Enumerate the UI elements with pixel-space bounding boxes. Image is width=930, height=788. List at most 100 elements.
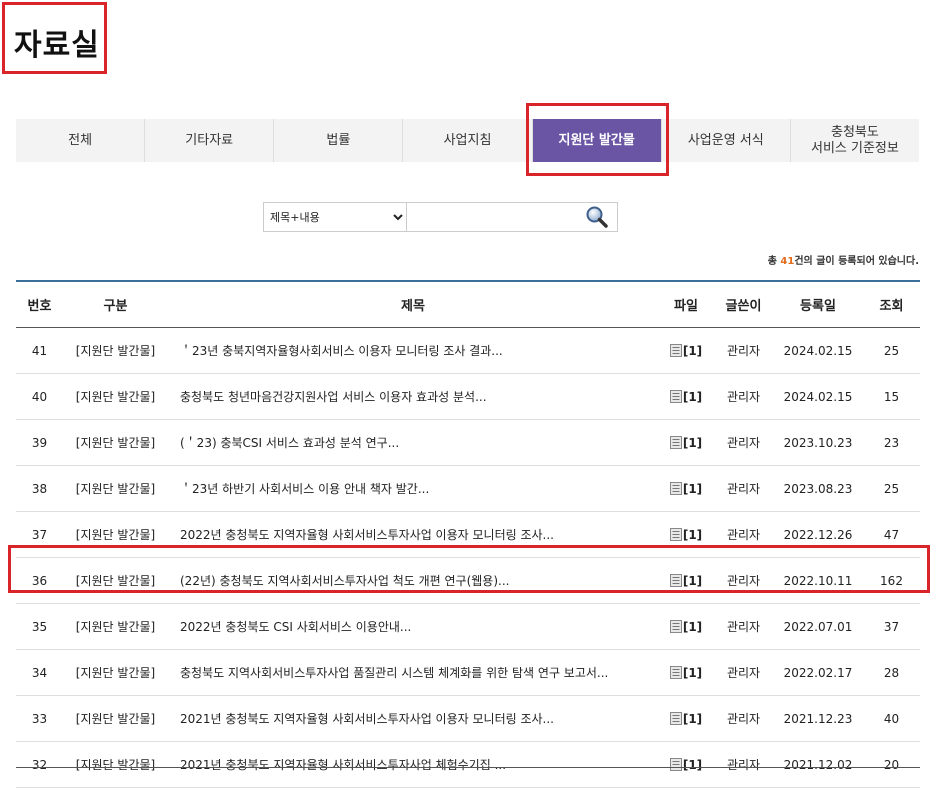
- row-category: [지원단 발간물]: [63, 649, 168, 696]
- tab-business-guidelines[interactable]: 사업지침: [403, 119, 533, 162]
- file-attachment[interactable]: [1]: [659, 375, 713, 418]
- row-author: 관리자: [714, 741, 773, 788]
- row-title-link[interactable]: 2022년 충청북도 지역자율형 사회서비스투자사업 이용자 모니터링 조사..…: [168, 511, 658, 558]
- file-count: [1]: [682, 757, 703, 772]
- row-file-cell: [1]: [658, 373, 714, 420]
- row-title-link[interactable]: ＇23년 하반기 사회서비스 이용 안내 책자 발간...: [168, 465, 658, 512]
- file-attachment[interactable]: [1]: [659, 559, 713, 602]
- file-count: [1]: [682, 711, 703, 726]
- table-row[interactable]: 35 [지원단 발간물] 2022년 충청북도 CSI 사회서비스 이용안내... […: [16, 603, 920, 650]
- tab-law[interactable]: 법률: [274, 119, 404, 162]
- row-author: 관리자: [714, 419, 773, 466]
- table-row[interactable]: 38 [지원단 발간물] ＇23년 하반기 사회서비스 이용 안내 책자 발간...…: [16, 465, 920, 512]
- header-views: 조회: [863, 280, 920, 328]
- row-title-link[interactable]: (＇23) 충북CSI 서비스 효과성 분석 연구...: [168, 419, 658, 466]
- row-number: 38: [16, 465, 63, 512]
- row-category: [지원단 발간물]: [63, 419, 168, 466]
- header-author: 글쓴이: [714, 280, 773, 328]
- file-attachment[interactable]: [1]: [659, 329, 713, 372]
- row-title-link[interactable]: 2021년 충청북도 지역자율형 사회서비스투자사업 이용자 모니터링 조사..…: [168, 695, 658, 742]
- file-attachment[interactable]: [1]: [659, 513, 713, 556]
- row-date: 2022.07.01: [773, 603, 863, 650]
- row-title-link[interactable]: 2021년 충청북도 지역자율형 사회서비스투자사업 체험수기집 ...: [168, 741, 658, 788]
- row-number: 35: [16, 603, 63, 650]
- tab-publications[interactable]: 지원단 발간물: [532, 119, 662, 162]
- row-views: 25: [863, 327, 920, 374]
- file-count: [1]: [682, 389, 703, 404]
- row-date: 2021.12.23: [773, 695, 863, 742]
- row-number: 37: [16, 511, 63, 558]
- tab-service-standards[interactable]: 충청북도 서비스 기준정보: [791, 119, 919, 162]
- row-date: 2024.02.15: [773, 373, 863, 420]
- row-author: 관리자: [714, 373, 773, 420]
- row-author: 관리자: [714, 327, 773, 374]
- row-views: 23: [863, 419, 920, 466]
- search-input[interactable]: [407, 203, 577, 231]
- tab-all[interactable]: 전체: [16, 119, 146, 162]
- tab-other-materials[interactable]: 기타자료: [145, 119, 275, 162]
- file-icon: [669, 436, 682, 449]
- row-author: 관리자: [714, 557, 773, 604]
- table-row[interactable]: 32 [지원단 발간물] 2021년 충청북도 지역자율형 사회서비스투자사업 체험…: [16, 741, 920, 788]
- row-date: 2023.08.23: [773, 465, 863, 512]
- row-file-cell: [1]: [658, 557, 714, 604]
- row-number: 40: [16, 373, 63, 420]
- page-title: 자료실: [14, 28, 100, 63]
- file-attachment[interactable]: [1]: [659, 605, 713, 648]
- file-attachment[interactable]: [1]: [659, 651, 713, 694]
- row-category: [지원단 발간물]: [63, 557, 168, 604]
- file-icon: [669, 574, 682, 587]
- row-title-link[interactable]: 충청북도 청년마음건강지원사업 서비스 이용자 효과성 분석...: [168, 373, 658, 420]
- category-tabs: 전체 기타자료 법률 사업지침 지원단 발간물 사업운영 서식 충청북도 서비스…: [16, 119, 919, 162]
- count-suffix: 건의 글이 등록되어 있습니다.: [794, 256, 919, 267]
- file-count: [1]: [682, 343, 703, 358]
- file-attachment[interactable]: [1]: [659, 743, 713, 786]
- file-attachment[interactable]: [1]: [659, 467, 713, 510]
- search-type-select[interactable]: 제목+내용: [264, 203, 407, 231]
- file-count: [1]: [682, 573, 703, 588]
- row-file-cell: [1]: [658, 695, 714, 742]
- post-count: 총 41건의 글이 등록되어 있습니다.: [768, 252, 919, 267]
- table-row[interactable]: 33 [지원단 발간물] 2021년 충청북도 지역자율형 사회서비스투자사업 이용…: [16, 695, 920, 742]
- row-category: [지원단 발간물]: [63, 695, 168, 742]
- count-number: 41: [780, 256, 795, 267]
- row-author: 관리자: [714, 511, 773, 558]
- row-number: 39: [16, 419, 63, 466]
- row-title-link[interactable]: ＇23년 충북지역자율형사회서비스 이용자 모니터링 조사 결과...: [168, 327, 658, 374]
- row-views: 47: [863, 511, 920, 558]
- file-icon: [669, 528, 682, 541]
- row-author: 관리자: [714, 649, 773, 696]
- row-author: 관리자: [714, 603, 773, 650]
- table-row[interactable]: 37 [지원단 발간물] 2022년 충청북도 지역자율형 사회서비스투자사업 이용…: [16, 511, 920, 558]
- row-file-cell: [1]: [658, 327, 714, 374]
- row-file-cell: [1]: [658, 511, 714, 558]
- row-title-link[interactable]: 2022년 충청북도 CSI 사회서비스 이용안내...: [168, 603, 658, 650]
- tab-operation-forms[interactable]: 사업운영 서식: [662, 119, 791, 162]
- count-prefix: 총: [767, 256, 777, 267]
- file-count: [1]: [682, 665, 703, 680]
- file-attachment[interactable]: [1]: [659, 697, 713, 740]
- table-bottom-border: [16, 767, 920, 768]
- row-date: 2023.10.23: [773, 419, 863, 466]
- table-row[interactable]: 41 [지원단 발간물] ＇23년 충북지역자율형사회서비스 이용자 모니터링 조사…: [16, 327, 920, 374]
- row-title-link[interactable]: (22년) 충청북도 지역사회서비스투자사업 척도 개편 연구(웹용)...: [168, 557, 658, 604]
- row-category: [지원단 발간물]: [63, 327, 168, 374]
- row-file-cell: [1]: [658, 419, 714, 466]
- row-number: 36: [16, 557, 63, 604]
- table-row[interactable]: 39 [지원단 발간물] (＇23) 충북CSI 서비스 효과성 분석 연구... […: [16, 419, 920, 466]
- row-title-link[interactable]: 충청북도 지역사회서비스투자사업 품질관리 시스템 체계화를 위한 탐색 연구 …: [168, 649, 658, 696]
- search-bar: 제목+내용: [263, 202, 618, 232]
- header-date: 등록일: [773, 280, 863, 328]
- board-table: 번호 구분 제목 파일 글쓴이 등록일 조회 41 [지원단 발간물] ＇23년 충…: [16, 280, 920, 788]
- row-date: 2022.10.11: [773, 557, 863, 604]
- table-row[interactable]: 40 [지원단 발간물] 충청북도 청년마음건강지원사업 서비스 이용자 효과성 분…: [16, 373, 920, 420]
- file-attachment[interactable]: [1]: [659, 421, 713, 464]
- table-row[interactable]: 34 [지원단 발간물] 충청북도 지역사회서비스투자사업 품질관리 시스템 체계화…: [16, 649, 920, 696]
- search-button[interactable]: [577, 203, 617, 231]
- row-category: [지원단 발간물]: [63, 465, 168, 512]
- row-date: 2022.02.17: [773, 649, 863, 696]
- magnifier-icon: [586, 206, 608, 228]
- table-row[interactable]: 36 [지원단 발간물] (22년) 충청북도 지역사회서비스투자사업 척도 개편 …: [16, 557, 920, 604]
- file-icon: [669, 620, 682, 633]
- file-count: [1]: [682, 527, 703, 542]
